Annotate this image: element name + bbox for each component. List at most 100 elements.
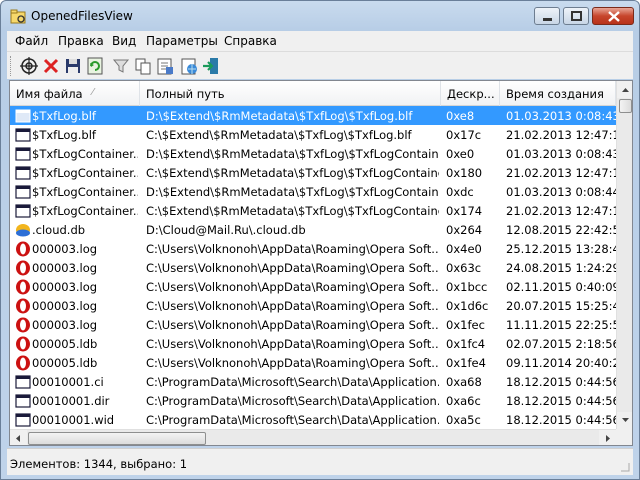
cell-filename: 000005.ldb [32, 356, 98, 370]
table-row[interactable]: 000003.log C:\Users\Volknonoh\AppData\Roa… [10, 315, 616, 334]
cell-filename: $TxfLogContainer... [32, 166, 138, 180]
arrow-left-icon [16, 435, 20, 442]
scroll-right-button[interactable] [599, 430, 616, 445]
cell-handle: 0xe0 [446, 147, 475, 161]
cell-created: 20.07.2015 15:25:44 [506, 299, 616, 313]
table-row[interactable]: 00010001.wid C:\ProgramData\Microsoft\Sea… [10, 410, 616, 429]
cell-created: 21.02.2013 12:47:16 [506, 166, 616, 180]
properties-button[interactable] [155, 56, 175, 76]
cell-fullpath: C:\$Extend\$RmMetadata\$TxfLog\$TxfLogCo… [146, 166, 439, 180]
column-header-filename[interactable]: Имя файла ⁄ [10, 81, 140, 106]
cell-fullpath: C:\Users\Volknonoh\AppData\Roaming\Opera… [146, 280, 439, 294]
maximize-button[interactable] [563, 7, 589, 25]
cell-filename: 00010001.wid [32, 413, 115, 427]
properties-icon [157, 58, 173, 75]
horizontal-scrollbar[interactable] [10, 429, 616, 445]
menu-file[interactable]: Файл [15, 34, 48, 48]
cell-created: 18.12.2015 0:44:56 [506, 413, 616, 427]
refresh-button[interactable] [85, 56, 105, 76]
cell-filename: $TxfLogContainer... [32, 185, 138, 199]
sort-ascending-icon: ⁄ [92, 87, 94, 98]
cell-created: 25.12.2015 13:28:42 [506, 242, 616, 256]
menu-view[interactable]: Вид [112, 34, 136, 48]
cell-filename: 000003.log [32, 299, 98, 313]
cell-filename: 000005.ldb [32, 337, 98, 351]
vertical-scrollbar[interactable] [616, 81, 632, 429]
cell-created: 18.12.2015 0:44:56 [506, 394, 616, 408]
table-row[interactable]: .cloud.db D:\Cloud@Mail.Ru\.cloud.db 0x264… [10, 220, 616, 239]
status-bar: Элементов: 1344, выбрано: 1 [7, 448, 633, 475]
table-row[interactable]: 000003.log C:\Users\Volknonoh\AppData\Roa… [10, 277, 616, 296]
table-row[interactable]: $TxfLog.blf D:\$Extend\$RmMetadata\$TxfLo… [10, 106, 616, 125]
list-header: Имя файла ⁄ Полный путь Дескр... Время с… [10, 81, 616, 106]
filter-button[interactable] [111, 56, 131, 76]
app-icon [10, 9, 26, 24]
cell-filename: 000003.log [32, 242, 98, 256]
file-icon [15, 185, 31, 199]
table-row[interactable]: $TxfLogContainer... D:\$Extend\$RmMetadat… [10, 182, 616, 201]
scroll-down-button[interactable] [617, 412, 632, 429]
copy-button[interactable] [133, 56, 153, 76]
table-row[interactable]: 00010001.dir C:\ProgramData\Microsoft\Sea… [10, 391, 616, 410]
menu-help[interactable]: Справка [224, 34, 277, 48]
cell-created: 12.08.2015 22:42:51 [506, 223, 616, 237]
close-handle-button[interactable] [41, 56, 61, 76]
toolbar-grip [10, 56, 13, 76]
file-icon [15, 204, 31, 218]
scroll-up-button[interactable] [617, 81, 632, 98]
horizontal-scroll-thumb[interactable] [28, 432, 206, 445]
cell-handle: 0x17c [446, 128, 482, 142]
scroll-left-button[interactable] [10, 430, 27, 445]
column-header-label: Имя файла [16, 87, 83, 101]
cell-fullpath: C:\Users\Volknonoh\AppData\Roaming\Opera… [146, 318, 439, 332]
table-row[interactable]: 000005.ldb C:\Users\Volknonoh\AppData\Roa… [10, 334, 616, 353]
menu-options[interactable]: Параметры [146, 34, 218, 48]
close-icon [608, 11, 620, 22]
file-icon [15, 128, 31, 142]
save-button[interactable] [63, 56, 83, 76]
target-button[interactable] [19, 56, 39, 76]
column-header-handle[interactable]: Дескр... [441, 81, 500, 106]
table-row[interactable]: $TxfLogContainer... C:\$Extend\$RmMetadat… [10, 163, 616, 182]
arrow-up-icon [622, 88, 629, 92]
cell-filename: $TxfLogContainer... [32, 147, 138, 161]
column-header-fullpath[interactable]: Полный путь [140, 81, 441, 106]
table-row[interactable]: 00010001.ci C:\ProgramData\Microsoft\Sear… [10, 372, 616, 391]
html-report-icon [181, 58, 197, 75]
cell-handle: 0x1bcc [446, 280, 488, 294]
exit-button[interactable] [201, 56, 221, 76]
cell-filename: .cloud.db [32, 223, 86, 237]
cell-handle: 0xa68 [446, 375, 482, 389]
cell-fullpath: C:\Users\Volknonoh\AppData\Roaming\Opera… [146, 242, 439, 256]
column-header-label: Время создания [506, 87, 604, 101]
table-row[interactable]: $TxfLogContainer... C:\$Extend\$RmMetadat… [10, 201, 616, 220]
table-row[interactable]: $TxfLogContainer... D:\$Extend\$RmMetadat… [10, 144, 616, 163]
cell-handle: 0x264 [446, 223, 483, 237]
cell-fullpath: C:\ProgramData\Microsoft\Search\Data\App… [146, 394, 439, 408]
scrollbar-corner [616, 429, 632, 445]
copy-icon [135, 58, 151, 75]
opera-icon [16, 298, 30, 314]
cell-fullpath: C:\Users\Volknonoh\AppData\Roaming\Opera… [146, 299, 439, 313]
cell-handle: 0x1d6c [446, 299, 489, 313]
title-bar[interactable]: OpenedFilesView [1, 1, 639, 31]
cell-fullpath: C:\$Extend\$RmMetadata\$TxfLog\$TxfLogCo… [146, 204, 439, 218]
html-report-button[interactable] [179, 56, 199, 76]
close-button[interactable] [592, 7, 634, 25]
column-header-created[interactable]: Время создания [500, 81, 616, 106]
table-row[interactable]: 000005.ldb C:\Users\Volknonoh\AppData\Roa… [10, 353, 616, 372]
table-row[interactable]: 000003.log C:\Users\Volknonoh\AppData\Roa… [10, 258, 616, 277]
cell-fullpath: D:\$Extend\$RmMetadata\$TxfLog\$TxfLogCo… [146, 185, 439, 199]
minimize-button[interactable] [534, 7, 560, 25]
cell-handle: 0xa5c [446, 413, 481, 427]
cell-created: 01.03.2013 0:08:43 [506, 147, 616, 161]
table-row[interactable]: $TxfLog.blf C:\$Extend\$RmMetadata\$TxfLo… [10, 125, 616, 144]
table-row[interactable]: 000003.log C:\Users\Volknonoh\AppData\Roa… [10, 239, 616, 258]
file-icon [15, 109, 31, 123]
resize-grip-icon[interactable] [619, 461, 631, 473]
vertical-scroll-thumb[interactable] [619, 99, 632, 113]
menu-edit[interactable]: Правка [58, 34, 104, 48]
files-list[interactable]: Имя файла ⁄ Полный путь Дескр... Время с… [9, 80, 633, 446]
exit-icon [203, 58, 218, 74]
table-row[interactable]: 000003.log C:\Users\Volknonoh\AppData\Roa… [10, 296, 616, 315]
